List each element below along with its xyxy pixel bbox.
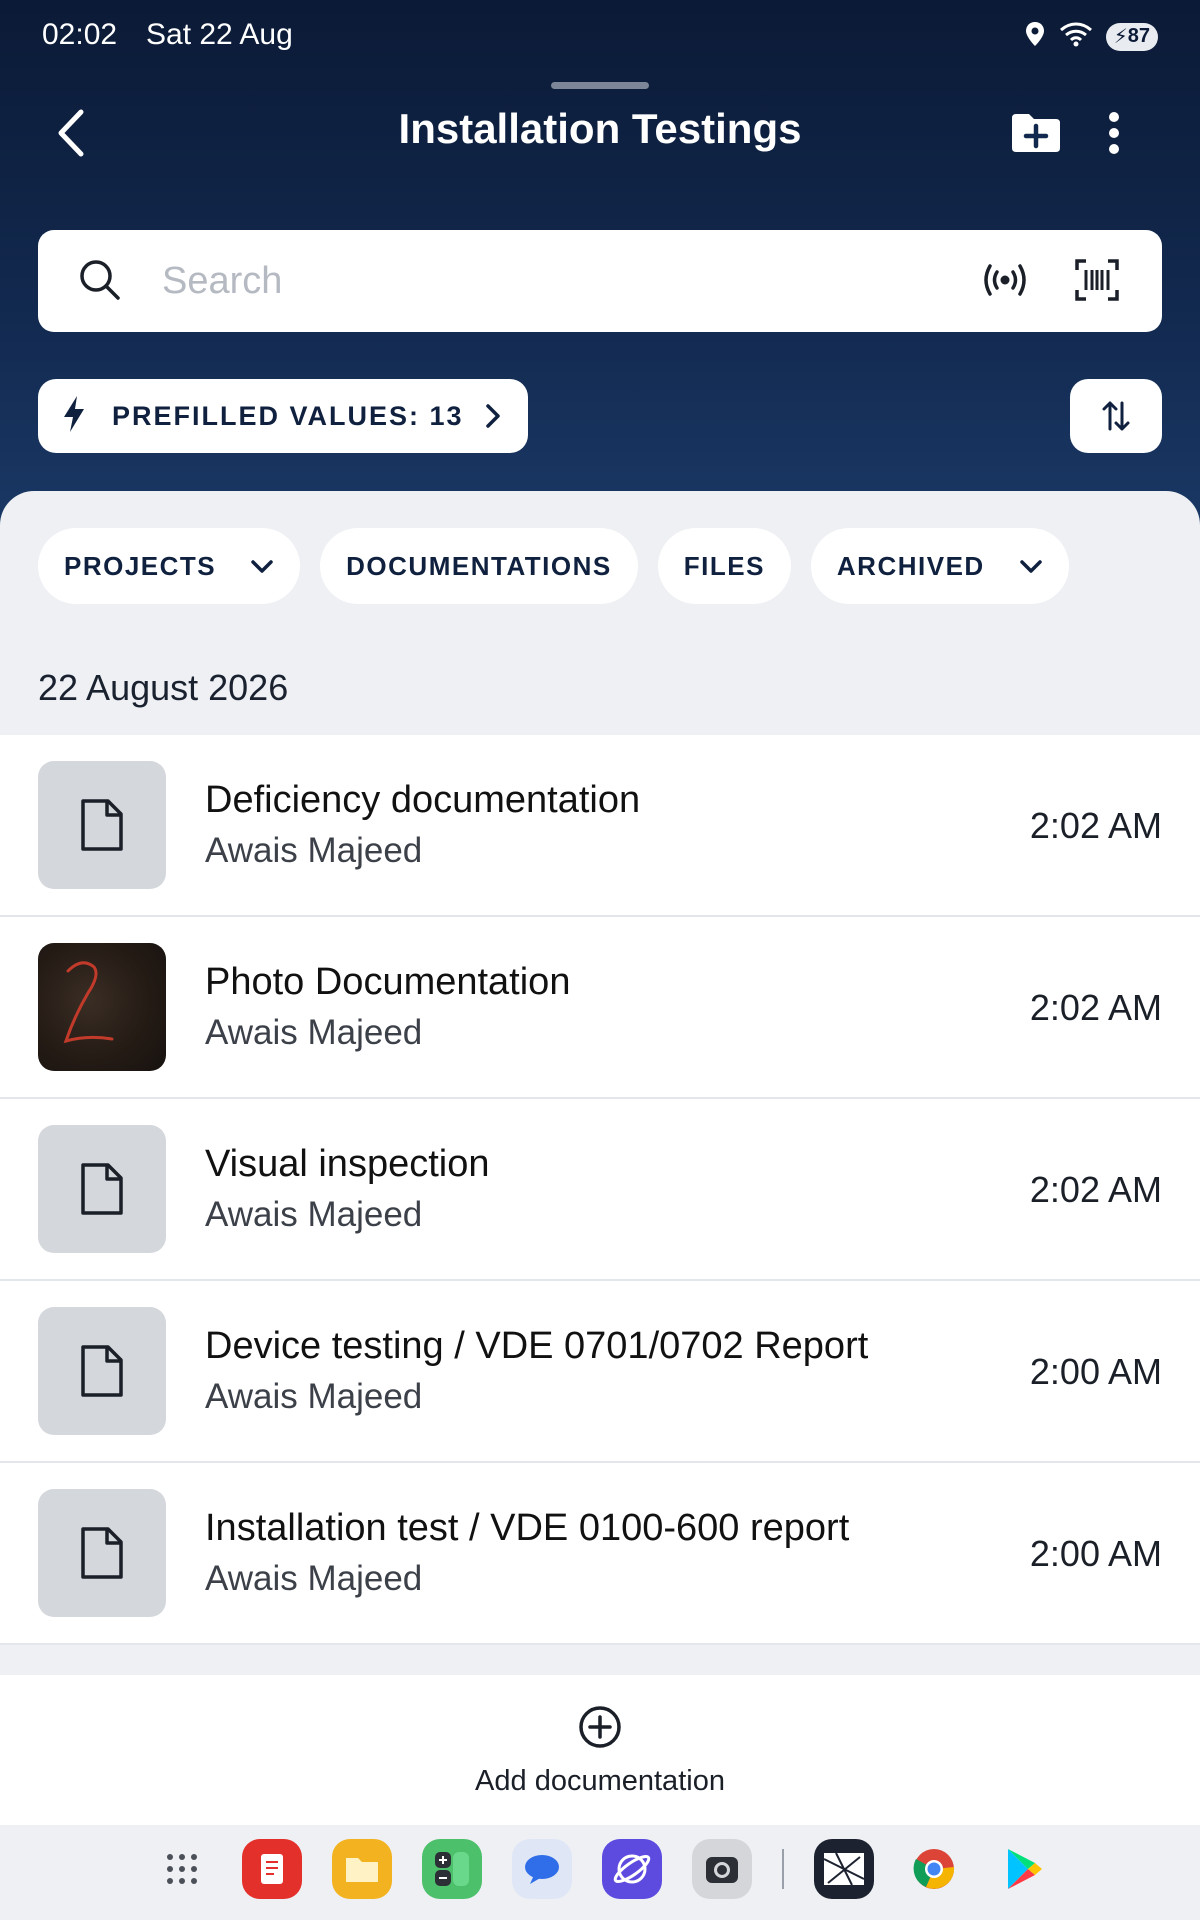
wifi-icon (1058, 20, 1094, 53)
document-author: Awais Majeed (205, 1013, 423, 1052)
list-item[interactable]: Photo Documentation Awais Majeed 2:02 AM (0, 917, 1200, 1099)
nfc-scan-button[interactable] (982, 258, 1028, 307)
charging-icon: ⚡ (1113, 26, 1128, 48)
folder-plus-icon (1012, 114, 1060, 152)
filter-archived[interactable]: ARCHIVED (810, 528, 1069, 604)
document-thumbnail (38, 761, 166, 889)
document-thumbnail (38, 1125, 166, 1253)
list-item[interactable]: Deficiency documentation Awais Majeed 2:… (0, 735, 1200, 917)
filter-files[interactable]: FILES (657, 528, 791, 604)
back-button[interactable] (40, 103, 100, 163)
chevron-down-icon (250, 551, 274, 582)
document-time: 2:00 AM (1029, 1533, 1162, 1574)
app-icon[interactable] (814, 1839, 874, 1899)
prefilled-values-label: PREFILLED VALUES: 13 (112, 400, 464, 431)
list-item[interactable]: Device testing / VDE 0701/0702 Report Aw… (0, 1281, 1200, 1463)
document-title: Photo Documentation (205, 961, 571, 1003)
document-thumbnail (38, 1489, 166, 1617)
filter-chips: PROJECTS DOCUMENTATIONS FILES ARCHIVED (38, 528, 1069, 604)
filter-label: FILES (683, 550, 765, 581)
document-author: Awais Majeed (205, 1559, 423, 1598)
internet-app-icon[interactable] (602, 1839, 662, 1899)
chevron-down-icon (1019, 551, 1043, 582)
list-item[interactable]: Installation test / VDE 0100-600 report … (0, 1463, 1200, 1645)
document-title: Deficiency documentation (205, 779, 641, 821)
filter-documentations[interactable]: DOCUMENTATIONS (320, 528, 638, 604)
search-icon (78, 258, 122, 307)
photo-preview-image (63, 961, 114, 1044)
more-vertical-icon (1109, 112, 1119, 154)
status-icons: ⚡ 87 (1024, 20, 1158, 53)
barcode-scan-button[interactable] (1074, 258, 1120, 307)
battery-indicator: ⚡ 87 (1105, 22, 1158, 51)
filter-projects[interactable]: PROJECTS (38, 528, 301, 604)
list-item[interactable]: Visual inspection Awais Majeed 2:02 AM (0, 1099, 1200, 1281)
file-icon (81, 1163, 123, 1215)
file-icon (81, 1527, 123, 1579)
dock-separator (782, 1849, 784, 1889)
new-folder-button[interactable] (1006, 107, 1066, 159)
sort-button[interactable] (1070, 379, 1162, 453)
messages-app-icon[interactable] (512, 1839, 572, 1899)
status-bar: 02:02 Sat 22 Aug ⚡ 87 (0, 0, 1200, 70)
document-author: Awais Majeed (205, 1195, 423, 1234)
documentation-list: Deficiency documentation Awais Majeed 2:… (0, 735, 1200, 1645)
document-author: Awais Majeed (205, 831, 423, 870)
file-icon (81, 799, 123, 851)
document-title: Installation test / VDE 0100-600 report (205, 1507, 850, 1549)
status-date: Sat 22 Aug (146, 18, 293, 51)
battery-level: 87 (1127, 25, 1150, 47)
location-icon (1024, 21, 1046, 52)
document-author: Awais Majeed (205, 1377, 423, 1416)
nfc-icon (984, 264, 1026, 296)
filter-label: DOCUMENTATIONS (346, 550, 612, 581)
document-thumbnail (38, 1307, 166, 1435)
status-time: 02:02 (42, 18, 118, 51)
play-store-app-icon[interactable] (994, 1839, 1054, 1899)
barcode-icon (1075, 259, 1119, 301)
app-bar: Installation Testings (0, 95, 1200, 170)
taskbar-dock (0, 1825, 1200, 1920)
notes-app-icon[interactable] (242, 1839, 302, 1899)
document-time: 2:00 AM (1029, 1351, 1162, 1392)
camera-app-icon[interactable] (692, 1839, 752, 1899)
chevron-right-icon (484, 403, 502, 434)
app-drawer-icon[interactable] (152, 1839, 212, 1899)
document-time: 2:02 AM (1029, 987, 1162, 1028)
sort-arrows-icon (1102, 401, 1130, 431)
calculator-app-icon[interactable] (422, 1839, 482, 1899)
add-documentation-button[interactable]: Add documentation (0, 1675, 1200, 1825)
document-title: Visual inspection (205, 1143, 490, 1185)
document-title: Device testing / VDE 0701/0702 Report (205, 1325, 869, 1367)
prefilled-values-button[interactable]: PREFILLED VALUES: 13 (38, 379, 528, 453)
chrome-app-icon[interactable] (904, 1839, 964, 1899)
date-group-header: 22 August 2026 (38, 667, 289, 708)
search-input[interactable] (162, 252, 862, 310)
document-time: 2:02 AM (1029, 805, 1162, 846)
photo-thumbnail (38, 943, 166, 1071)
more-options-button[interactable] (1108, 103, 1120, 163)
back-arrow-icon (58, 109, 84, 157)
lightning-icon (62, 395, 86, 438)
document-time: 2:02 AM (1029, 1169, 1162, 1210)
filter-label: ARCHIVED (836, 550, 985, 581)
add-circle-icon (578, 1705, 622, 1754)
file-icon (81, 1345, 123, 1397)
search-bar (38, 230, 1162, 332)
drag-handle[interactable] (551, 82, 649, 89)
filter-label: PROJECTS (64, 550, 217, 581)
add-documentation-label: Add documentation (475, 1765, 725, 1797)
files-app-icon[interactable] (332, 1839, 392, 1899)
